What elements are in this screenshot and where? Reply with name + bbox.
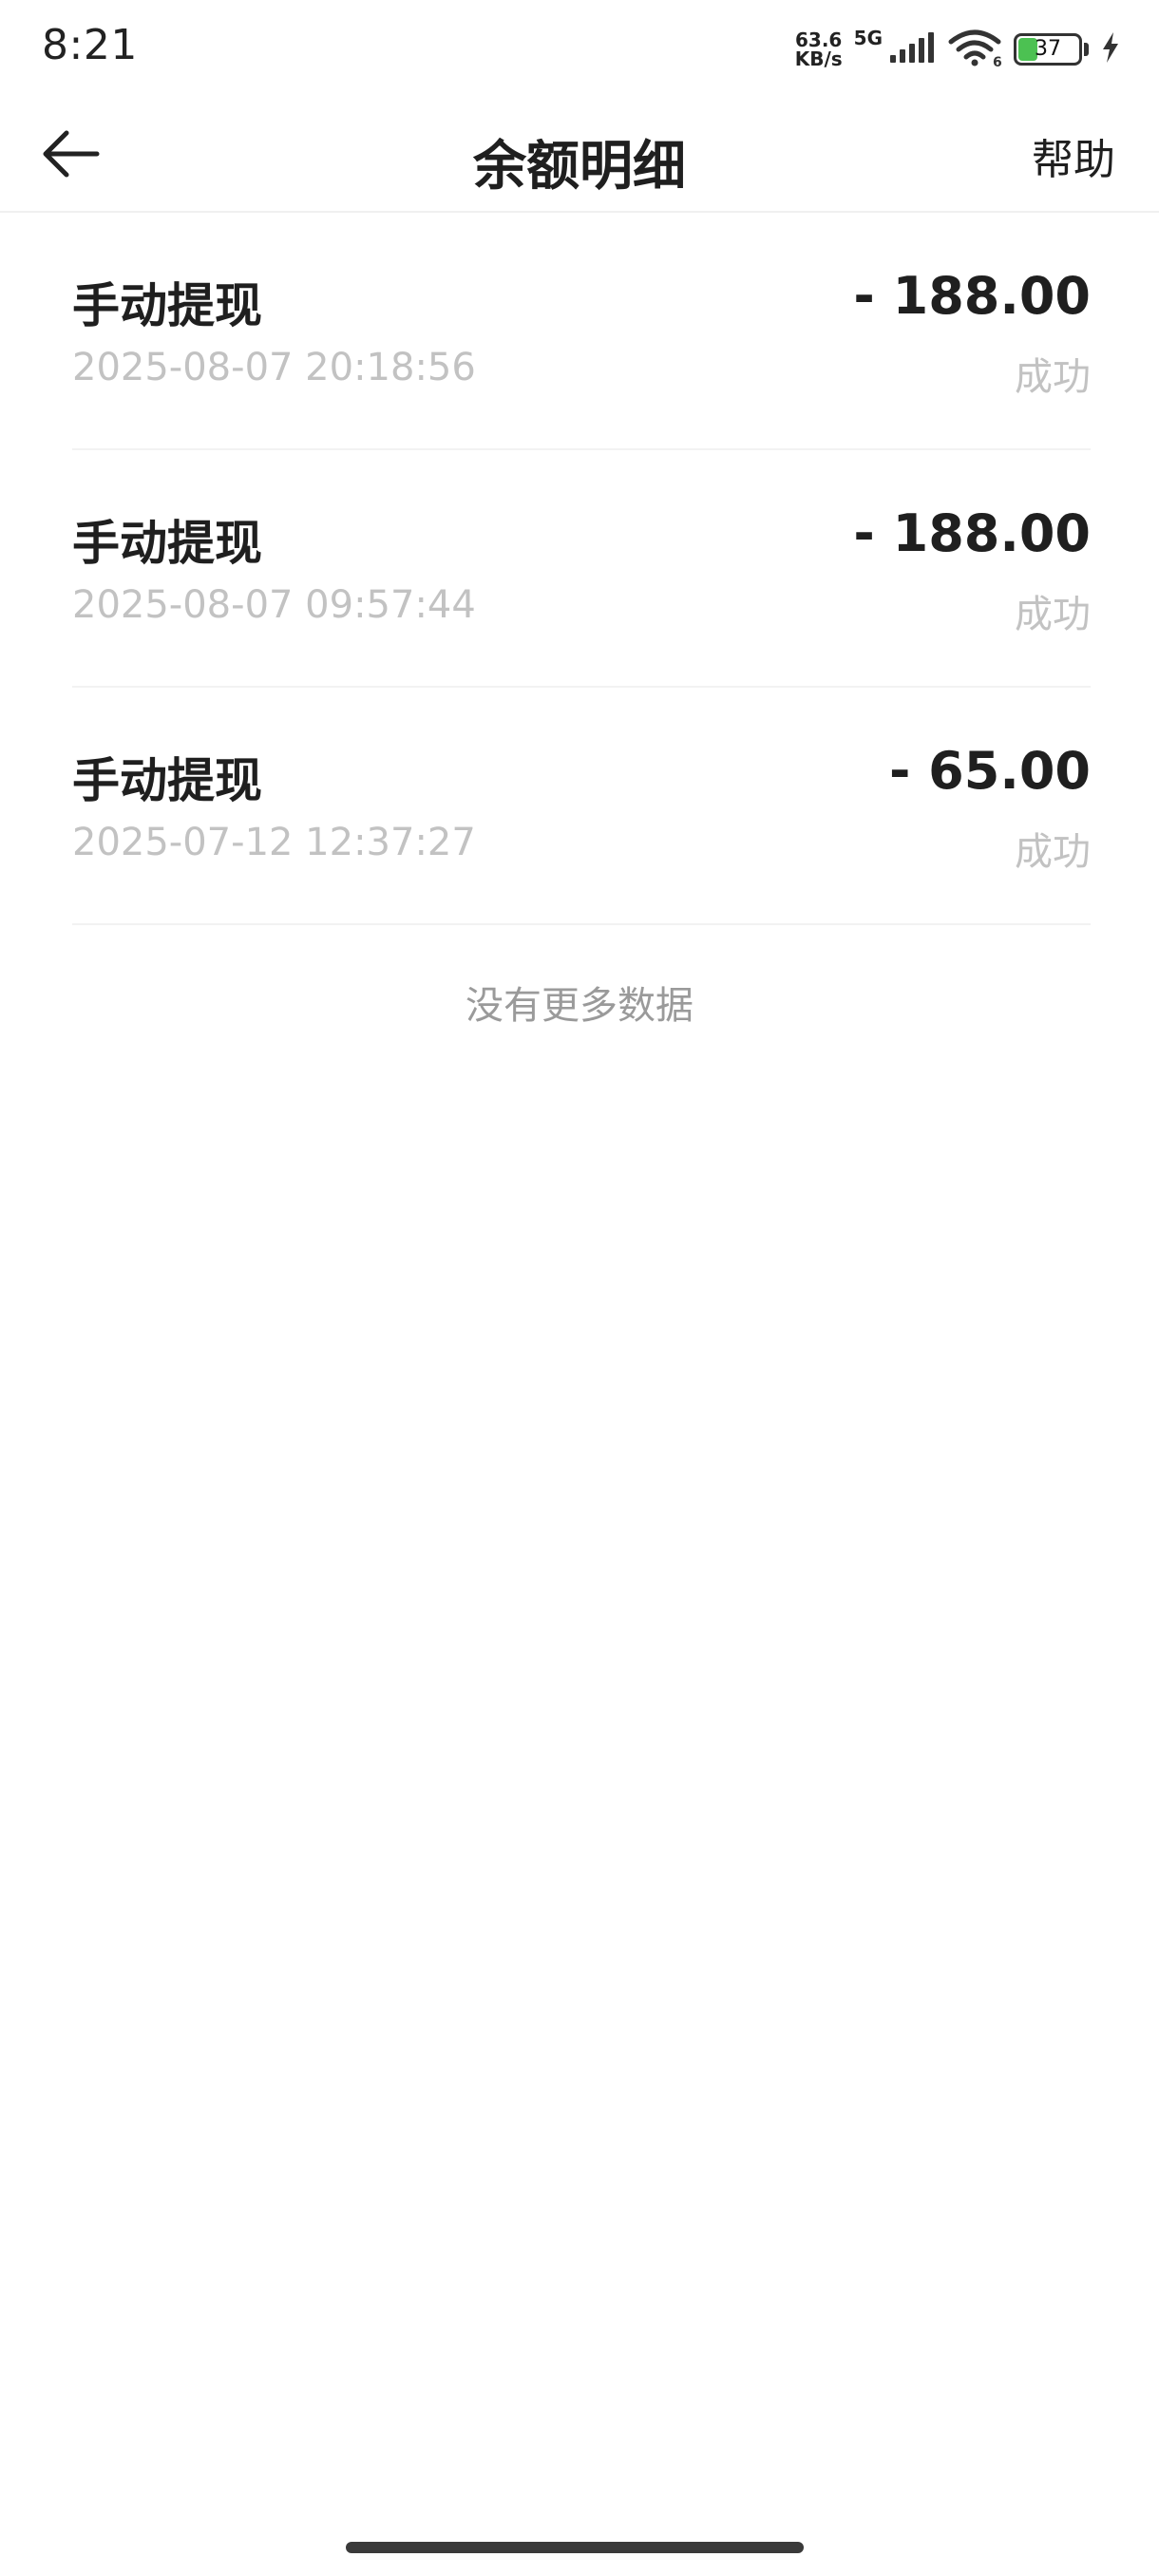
network-speed-value: 63.6 xyxy=(795,28,843,51)
page-title: 余额明细 xyxy=(473,136,686,198)
record-time: 2025-07-12 12:37:27 xyxy=(72,821,476,864)
record-title: 手动提现 xyxy=(72,753,262,808)
battery-level: 37 xyxy=(1035,37,1061,61)
charging-icon xyxy=(1100,31,1121,67)
battery-cap xyxy=(1084,43,1089,56)
balance-detail-screen: 8:21 63.6 KB/s 5G 6 37 余额明细 帮助 手动提现 - 18… xyxy=(0,0,1159,2576)
record-amount: - 65.00 xyxy=(888,741,1091,801)
record-time: 2025-08-07 20:18:56 xyxy=(72,346,476,389)
no-more-data-text: 没有更多数据 xyxy=(466,984,694,1028)
record-title: 手动提现 xyxy=(72,516,262,571)
help-button[interactable]: 帮助 xyxy=(1032,125,1115,186)
record-amount: - 188.00 xyxy=(853,503,1091,563)
list-item[interactable]: 手动提现 - 188.00 2025-08-07 09:57:44 成功 xyxy=(72,450,1091,688)
status-time: 8:21 xyxy=(42,21,138,69)
record-status: 成功 xyxy=(1015,355,1091,399)
network-speed-unit: KB/s xyxy=(794,47,843,70)
list-item[interactable]: 手动提现 - 188.00 2025-08-07 20:18:56 成功 xyxy=(72,213,1091,450)
record-title: 手动提现 xyxy=(72,278,262,333)
wifi-icon: 6 xyxy=(947,28,1002,70)
status-bar: 8:21 63.6 KB/s 5G 6 37 xyxy=(0,0,1159,95)
balance-record-list: 手动提现 - 188.00 2025-08-07 20:18:56 成功 手动提… xyxy=(72,213,1091,925)
record-time: 2025-08-07 09:57:44 xyxy=(72,583,476,627)
network-speed: 63.6 KB/s xyxy=(795,30,843,68)
record-amount: - 188.00 xyxy=(853,266,1091,326)
signal-icon xyxy=(888,30,936,68)
home-indicator[interactable] xyxy=(346,2542,804,2553)
battery-icon: 37 xyxy=(1014,33,1082,66)
record-status: 成功 xyxy=(1015,593,1091,636)
status-icons: 63.6 KB/s 5G 6 37 xyxy=(795,25,1121,74)
list-item[interactable]: 手动提现 - 65.00 2025-07-12 12:37:27 成功 xyxy=(72,688,1091,925)
record-status: 成功 xyxy=(1015,830,1091,874)
svg-text:6: 6 xyxy=(993,55,1002,66)
network-type: 5G xyxy=(853,27,883,49)
navigation-header: 余额明细 帮助 xyxy=(0,95,1159,213)
